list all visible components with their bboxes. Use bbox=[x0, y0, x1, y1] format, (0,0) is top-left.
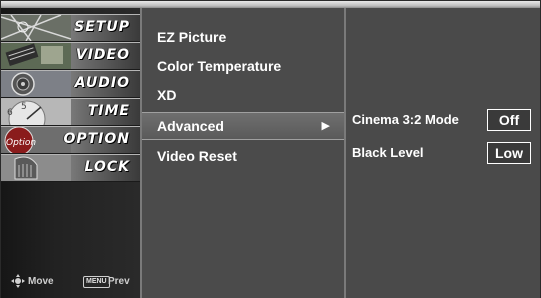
setup-thumbnail-icon bbox=[1, 15, 71, 41]
menu-item-video-reset[interactable]: Video Reset bbox=[142, 142, 344, 170]
category-label: AUDIO bbox=[74, 75, 130, 91]
setting-cinema-32-mode[interactable]: Cinema 3:2 Mode Off bbox=[346, 109, 540, 131]
option-thumb-text: Option bbox=[6, 138, 36, 148]
svg-text:6: 6 bbox=[7, 108, 13, 118]
category-lock[interactable]: LOCK bbox=[1, 154, 140, 182]
category-column: SETUP VIDEO AUDIO 6 5 TIME Option OPTION… bbox=[1, 8, 142, 298]
picture-submenu: EZ Picture Color Temperature XD Advanced… bbox=[142, 8, 346, 298]
menu-key-icon: MENU bbox=[83, 276, 110, 288]
menu-item-label: EZ Picture bbox=[157, 29, 227, 45]
menu-item-ez-picture[interactable]: EZ Picture bbox=[142, 23, 344, 51]
menu-item-xd[interactable]: XD bbox=[142, 81, 344, 109]
option-thumbnail-icon: Option bbox=[1, 127, 71, 153]
setting-label: Cinema 3:2 Mode bbox=[352, 112, 459, 127]
navigation-hint: Move MENU Prev bbox=[11, 274, 136, 289]
menu-item-label: XD bbox=[157, 87, 177, 103]
lock-thumbnail-icon bbox=[1, 155, 71, 181]
move-hint-label: Move bbox=[28, 276, 54, 287]
advanced-settings-panel: Cinema 3:2 Mode Off Black Level Low bbox=[346, 8, 540, 298]
tv-osd-menu: SETUP VIDEO AUDIO 6 5 TIME Option OPTION… bbox=[0, 0, 541, 298]
category-label: VIDEO bbox=[75, 47, 130, 63]
menu-item-color-temperature[interactable]: Color Temperature bbox=[142, 52, 344, 80]
svg-text:5: 5 bbox=[21, 102, 27, 112]
prev-hint-label: Prev bbox=[108, 276, 130, 287]
category-video[interactable]: VIDEO bbox=[1, 42, 140, 70]
category-option[interactable]: Option OPTION bbox=[1, 126, 140, 154]
setting-black-level[interactable]: Black Level Low bbox=[346, 142, 540, 164]
menu-item-label: Advanced bbox=[157, 118, 224, 134]
category-audio[interactable]: AUDIO bbox=[1, 70, 140, 98]
cinema-mode-value[interactable]: Off bbox=[487, 109, 531, 131]
menu-item-label: Video Reset bbox=[157, 148, 237, 164]
move-dpad-icon bbox=[11, 274, 25, 288]
audio-thumbnail-icon bbox=[1, 71, 71, 97]
category-label: TIME bbox=[87, 103, 130, 119]
black-level-value[interactable]: Low bbox=[487, 142, 531, 164]
category-label: OPTION bbox=[63, 131, 130, 147]
category-label: SETUP bbox=[74, 19, 130, 35]
video-thumbnail-icon bbox=[1, 43, 71, 69]
category-setup[interactable]: SETUP bbox=[1, 14, 140, 42]
menu-item-label: Color Temperature bbox=[157, 58, 282, 74]
category-label: LOCK bbox=[84, 159, 130, 175]
category-time[interactable]: 6 5 TIME bbox=[1, 98, 140, 126]
menu-item-advanced[interactable]: Advanced ▶ bbox=[142, 112, 344, 140]
setting-label: Black Level bbox=[352, 145, 424, 160]
clock-thumbnail-icon: 6 5 bbox=[1, 99, 71, 125]
submenu-arrow-icon: ▶ bbox=[321, 120, 330, 132]
